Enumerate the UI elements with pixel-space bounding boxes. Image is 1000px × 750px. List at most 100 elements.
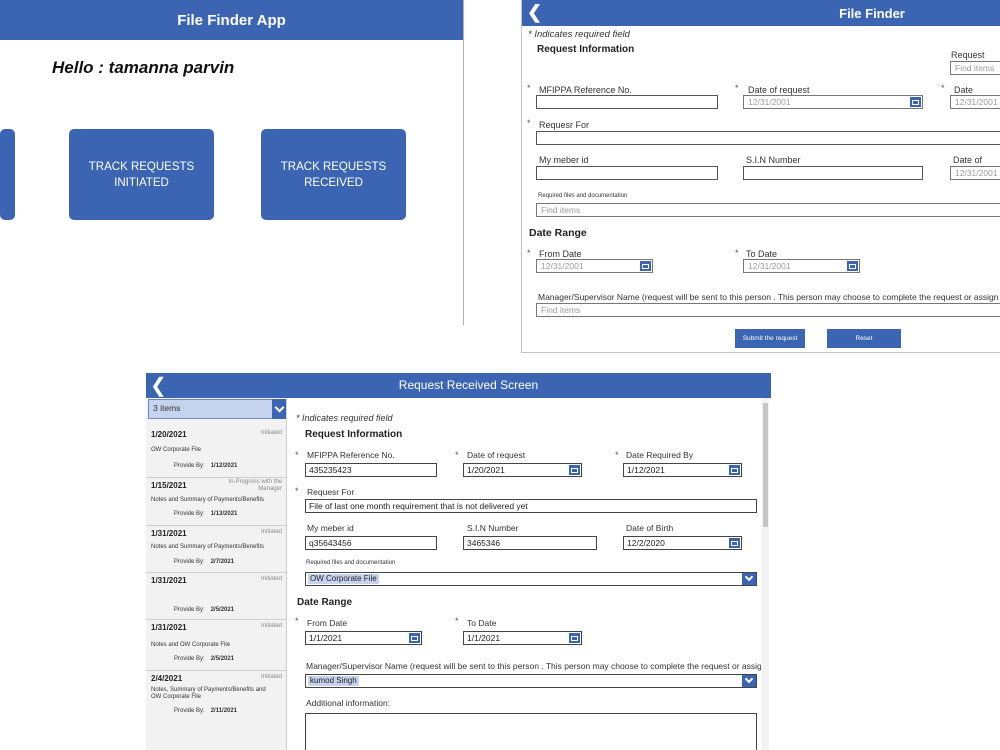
reference-input[interactable] — [536, 95, 718, 109]
tile-partial[interactable] — [0, 129, 15, 220]
app-title: File Finder App — [177, 11, 286, 29]
sin-label: S.I.N Number — [467, 523, 519, 533]
item-date: 1/31/2021 — [151, 623, 187, 632]
list-item[interactable]: 2/4/2021 Initiated Notes, Summary of Pay… — [146, 670, 286, 730]
calendar-icon[interactable] — [910, 97, 921, 107]
request-raised-input[interactable]: Find items — [950, 61, 1000, 75]
item-provide-by: Provide By: 2/5/2021 — [174, 607, 235, 613]
date-required-label: Date Required By — [626, 450, 694, 460]
required-files-select[interactable]: OW Corporate File — [305, 572, 757, 586]
track-requests-initiated-button[interactable]: TRACK REQUESTS INITIATED — [69, 129, 214, 220]
submit-button[interactable]: Submit the request — [735, 329, 805, 348]
chevron-down-icon[interactable] — [272, 399, 286, 419]
date-of-request-input[interactable]: 12/31/2001 — [743, 95, 923, 109]
list-item[interactable]: 1/31/2021 Initiated Notes and Summary of… — [146, 525, 286, 573]
request-for-label: Requesr For — [539, 120, 590, 130]
request-received-screen: ❮ Request Received Screen 3 items 1/20/2… — [146, 373, 771, 750]
calendar-icon[interactable] — [640, 261, 651, 271]
to-date-label: To Date — [467, 618, 497, 628]
item-date: 2/4/2021 — [151, 674, 183, 683]
item-provide-by: Provide By: 2/11/2021 — [174, 708, 238, 714]
form-header: ❮ File Finder — [522, 0, 1000, 26]
member-id-input[interactable] — [536, 166, 718, 180]
tile-label: TRACK REQUESTS INITIATED — [88, 160, 195, 189]
from-date-input[interactable]: 12/31/2001 — [536, 259, 653, 273]
date-value: 1/1/2021 — [467, 633, 501, 643]
request-for-input[interactable]: File of last one month requirement that … — [305, 499, 757, 513]
manager-input[interactable]: Find items — [536, 303, 1000, 317]
date-required-input[interactable]: 12/31/2001 — [950, 95, 1000, 109]
home-screen: File Finder App Hello : tamanna parvin T… — [0, 0, 465, 325]
list-item[interactable]: 1/31/2021 Initiated Notes and OW Corpora… — [146, 619, 286, 671]
required-star: * — [295, 616, 299, 626]
additional-info-input[interactable] — [305, 713, 757, 750]
item-provide-by: Provide By: 2/5/2021 — [174, 656, 235, 662]
date-value: 1/20/2021 — [467, 465, 505, 475]
dob-input[interactable]: 12/2/2020 — [623, 536, 742, 550]
received-title: Request Received Screen — [398, 378, 539, 392]
to-date-label: To Date — [746, 249, 778, 259]
item-provide-by: Provide By: 1/12/2021 — [174, 463, 238, 469]
chevron-down-icon[interactable] — [742, 572, 756, 585]
date-of-request-input[interactable]: 1/20/2021 — [463, 463, 582, 477]
additional-info-label: Additional information: — [306, 698, 391, 708]
calendar-icon[interactable] — [569, 633, 580, 643]
calendar-icon[interactable] — [569, 465, 580, 475]
calendar-icon[interactable] — [847, 261, 858, 271]
date-value: 12/2/2020 — [627, 538, 665, 548]
item-title: Notes and Summary of Payments/Benefits — [151, 544, 265, 550]
items-dropdown[interactable]: 3 items — [148, 399, 273, 419]
manager-select[interactable]: kumod Singh — [305, 674, 757, 688]
required-star: * — [941, 83, 945, 93]
item-date: 1/20/2021 — [151, 430, 187, 439]
request-for-label: Requesr For — [307, 487, 355, 497]
manager-label: Manager/Supervisor Name (request will be… — [306, 661, 761, 671]
item-status: Initiated — [260, 674, 282, 680]
received-header: ❮ Request Received Screen — [146, 373, 771, 398]
request-list-panel: 3 items 1/20/2021 Initiated OW Corporate… — [146, 398, 287, 750]
greeting: Hello : tamanna parvin — [52, 58, 235, 77]
dob-label: Date of Birth — [626, 523, 674, 533]
reference-label: MFIPPA Reference No. — [539, 85, 632, 95]
date-required-input[interactable]: 1/12/2021 — [623, 463, 742, 477]
item-date: 1/15/2021 — [151, 481, 187, 490]
back-arrow-icon[interactable]: ❮ — [527, 2, 542, 23]
request-for-input[interactable] — [536, 131, 1000, 145]
required-star: * — [527, 248, 531, 258]
calendar-icon[interactable] — [729, 465, 740, 475]
date-of-request-label: Date of request — [748, 85, 810, 95]
reference-input[interactable]: 435235423 — [305, 463, 437, 477]
item-title: Notes and OW Corporate File — [151, 642, 231, 648]
reference-label: MFIPPA Reference No. — [307, 450, 395, 460]
to-date-input[interactable]: 1/1/2021 — [463, 631, 582, 645]
sin-input[interactable] — [743, 166, 923, 180]
member-id-label: My meber id — [307, 523, 354, 533]
item-provide-by: Provide By: 1/13/2021 — [174, 511, 238, 517]
member-id-input[interactable]: q35643456 — [305, 536, 437, 550]
track-requests-received-button[interactable]: TRACK REQUESTS RECEIVED — [261, 129, 406, 220]
calendar-icon[interactable] — [729, 538, 740, 548]
required-star: * — [615, 450, 619, 460]
item-date: 1/31/2021 — [151, 576, 187, 585]
list-item[interactable]: 1/20/2021 Initiated OW Corporate File Pr… — [146, 426, 286, 478]
required-star: * — [735, 248, 739, 258]
list-item[interactable]: 1/31/2021 Initiated Provide By: 2/5/2021 — [146, 572, 286, 620]
chevron-down-icon[interactable] — [742, 674, 756, 687]
dob-input[interactable]: 12/31/2001 — [950, 166, 1000, 180]
scrollbar-thumb[interactable] — [763, 403, 768, 527]
item-status: Initiated — [260, 529, 282, 535]
list-item[interactable]: 1/15/2021 In-Progress with the Manager N… — [146, 477, 286, 526]
to-date-input[interactable]: 12/31/2001 — [743, 259, 860, 273]
item-date: 1/31/2021 — [151, 529, 187, 538]
calendar-icon[interactable] — [409, 633, 420, 643]
item-status: Initiated — [260, 576, 282, 582]
section-title: Request Information — [537, 44, 635, 55]
app-header: File Finder App — [0, 0, 463, 40]
required-files-input[interactable]: Find items — [536, 203, 1000, 217]
reset-button[interactable]: Reset — [827, 329, 901, 348]
tile-label: TRACK REQUESTS RECEIVED — [280, 160, 387, 189]
from-date-input[interactable]: 1/1/2021 — [305, 631, 422, 645]
sin-input[interactable]: 3465346 — [463, 536, 597, 550]
form-title: File Finder — [839, 6, 905, 21]
required-files-label: Required files and documentation — [538, 193, 628, 199]
